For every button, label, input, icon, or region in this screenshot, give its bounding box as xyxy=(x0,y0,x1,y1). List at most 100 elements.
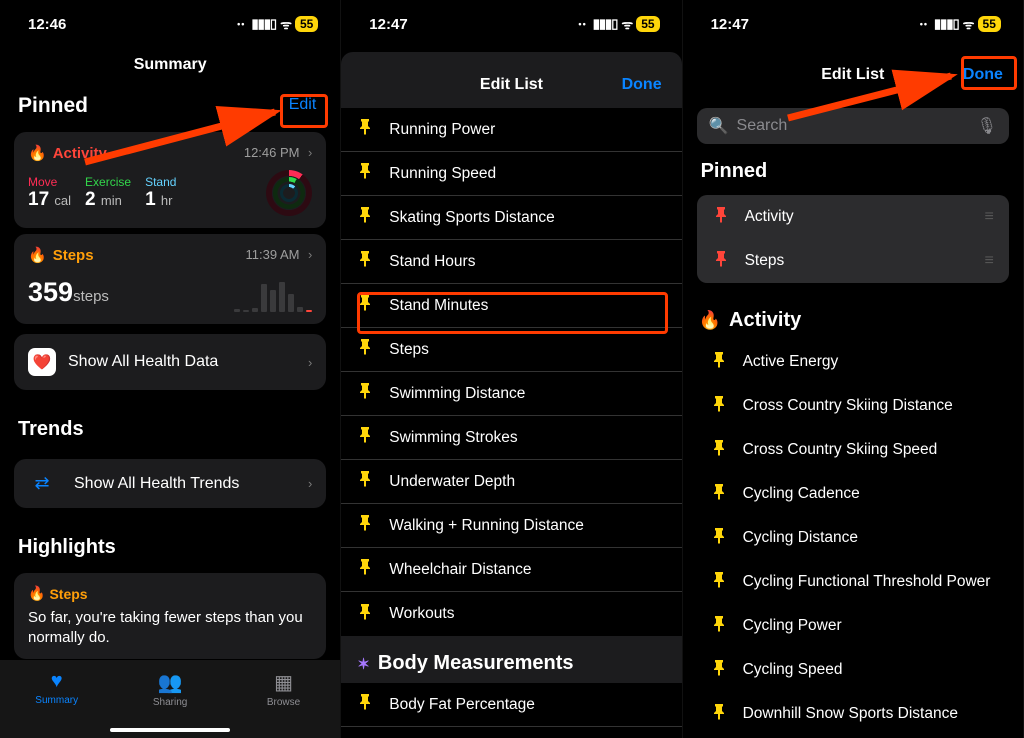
recording-indicator-icon: •• xyxy=(920,19,928,29)
drag-handle-icon[interactable]: ≡ xyxy=(985,208,993,226)
status-icons: •• ▮▮▮▯ ᯤ 55 xyxy=(920,15,1001,33)
row-label: Cycling Distance xyxy=(743,529,858,547)
activity-row[interactable]: Cycling Cadence xyxy=(683,472,1023,516)
activity-row[interactable]: Cycling Speed xyxy=(683,648,1023,692)
cell-signal-icon: ▮▮▮▯ xyxy=(251,16,276,32)
steps-card[interactable]: 🔥 Steps 11:39 AM › 359steps xyxy=(14,234,326,324)
activity-row[interactable]: Cross Country Skiing Speed xyxy=(683,428,1023,472)
edit-list-row[interactable]: Running Power xyxy=(341,108,681,152)
activity-row[interactable]: Cycling Functional Threshold Power xyxy=(683,560,1023,604)
unpin-icon[interactable] xyxy=(713,207,729,228)
chevron-right-icon: › xyxy=(308,145,312,160)
status-bar: 12:47 •• ▮▮▮▯ ᯤ 55 xyxy=(683,0,1023,38)
edit-list-row[interactable]: Underwater Depth xyxy=(341,460,681,504)
edit-list-row[interactable]: Stand Hours xyxy=(341,240,681,284)
pin-icon[interactable] xyxy=(357,339,373,360)
row-label: Steps xyxy=(745,252,785,270)
pin-icon[interactable] xyxy=(711,352,727,373)
edit-list-row[interactable]: Stand Minutes xyxy=(341,284,681,328)
row-label: Cycling Power xyxy=(743,617,842,635)
pin-icon[interactable] xyxy=(711,704,727,725)
highlights-heading: Highlights xyxy=(0,518,340,567)
tab-browse[interactable]: ▦ Browse xyxy=(239,670,329,738)
status-time: 12:46 xyxy=(28,16,66,33)
pinned-section-header: Pinned Edit xyxy=(0,82,340,126)
edit-list-row[interactable]: Workouts xyxy=(341,592,681,636)
status-icons: •• ▮▮▮▯ ᯤ 55 xyxy=(237,15,318,33)
row-label: Skating Sports Distance xyxy=(389,209,554,227)
people-icon: 👥 xyxy=(125,670,215,695)
edit-button[interactable]: Edit xyxy=(283,92,323,118)
pin-icon[interactable] xyxy=(357,207,373,228)
activity-row[interactable]: Cross Country Skiing Distance xyxy=(683,384,1023,428)
edit-list-row[interactable]: Skating Sports Distance xyxy=(341,196,681,240)
edit-list-row[interactable]: Steps xyxy=(341,328,681,372)
edit-list-row[interactable]: Walking + Running Distance xyxy=(341,504,681,548)
pin-icon[interactable] xyxy=(357,515,373,536)
unpin-icon[interactable] xyxy=(713,251,729,272)
edit-list-body[interactable]: Running Power Running Speed Skating Sports… xyxy=(341,108,681,738)
pin-icon[interactable] xyxy=(357,163,373,184)
pin-icon[interactable] xyxy=(711,396,727,417)
pin-icon[interactable] xyxy=(711,528,727,549)
edit-list-row[interactable]: Body Mass Index xyxy=(341,727,681,738)
show-all-health-data-button[interactable]: ❤️ Show All Health Data › xyxy=(14,334,326,390)
battery-indicator: 55 xyxy=(295,16,318,32)
modal-title: Edit List xyxy=(821,66,884,84)
done-button[interactable]: Done xyxy=(618,74,666,96)
pin-icon[interactable] xyxy=(357,119,373,140)
pin-icon[interactable] xyxy=(711,484,727,505)
pin-icon[interactable] xyxy=(357,471,373,492)
row-label: Active Energy xyxy=(743,353,839,371)
steps-sparkbar xyxy=(234,272,312,312)
tab-summary[interactable]: ♥ Summary xyxy=(12,670,102,738)
pin-icon[interactable] xyxy=(711,660,727,681)
search-icon: 🔍 xyxy=(709,116,729,136)
exercise-metric: Exercise 2 min xyxy=(85,175,131,211)
pinned-row[interactable]: Activity≡ xyxy=(697,195,1009,239)
edit-list-row[interactable]: Swimming Distance xyxy=(341,372,681,416)
activity-row[interactable]: Cycling Power xyxy=(683,604,1023,648)
pin-icon[interactable] xyxy=(357,251,373,272)
home-indicator[interactable] xyxy=(110,728,230,732)
edit-list-row[interactable]: Swimming Strokes xyxy=(341,416,681,460)
pin-icon[interactable] xyxy=(711,616,727,637)
row-label: Walking + Running Distance xyxy=(389,517,584,535)
edit-list-row[interactable]: Running Speed xyxy=(341,152,681,196)
pin-icon[interactable] xyxy=(357,427,373,448)
pin-icon[interactable] xyxy=(357,383,373,404)
pinned-heading: Pinned xyxy=(683,148,1023,189)
activity-row[interactable]: Cycling Distance xyxy=(683,516,1023,560)
edit-list-row[interactable]: Body Fat Percentage xyxy=(341,683,681,727)
pin-icon[interactable] xyxy=(357,694,373,715)
activity-timestamp: 12:46 PM › xyxy=(244,144,312,162)
row-label: Downhill Snow Sports Distance xyxy=(743,705,958,723)
search-field[interactable]: 🔍 Search 🎙 xyxy=(697,108,1009,144)
pinned-row[interactable]: Steps ≡ xyxy=(697,239,1009,283)
pinned-heading: Pinned xyxy=(18,94,88,118)
show-all-trends-button[interactable]: ⇄ Show All Health Trends › xyxy=(14,459,326,508)
modal-header: Edit List Done xyxy=(341,52,681,108)
screen-edit-list-1: 12:47 •• ▮▮▮▯ ᯤ 55 Edit List Done Runnin… xyxy=(341,0,682,738)
activity-row[interactable]: Downhill Snow Sports Distance xyxy=(683,692,1023,736)
mic-icon[interactable]: 🎙 xyxy=(977,116,997,136)
modal-header: Edit List Done xyxy=(683,42,1023,98)
section-activity: Activity xyxy=(683,293,1023,340)
activity-label: 🔥 Activity xyxy=(28,144,107,162)
activity-row[interactable]: Active Energy xyxy=(683,340,1023,384)
pin-icon[interactable] xyxy=(357,559,373,580)
pin-icon[interactable] xyxy=(711,572,727,593)
wifi-icon: ᯤ xyxy=(621,15,632,33)
row-label: Running Power xyxy=(389,121,495,139)
row-label: Workouts xyxy=(389,605,454,623)
pin-icon[interactable] xyxy=(357,604,373,625)
drag-handle-icon[interactable]: ≡ xyxy=(985,252,993,270)
activity-card[interactable]: 🔥 Activity 12:46 PM › Move 17 cal Exerci… xyxy=(14,132,326,228)
pin-icon[interactable] xyxy=(711,440,727,461)
done-button[interactable]: Done xyxy=(959,64,1007,86)
highlight-steps-card[interactable]: 🔥 Steps So far, you're taking fewer step… xyxy=(14,573,326,659)
pin-icon[interactable] xyxy=(357,295,373,316)
edit-list-row[interactable]: Wheelchair Distance xyxy=(341,548,681,592)
status-time: 12:47 xyxy=(369,16,407,33)
row-label: Cross Country Skiing Distance xyxy=(743,397,953,415)
